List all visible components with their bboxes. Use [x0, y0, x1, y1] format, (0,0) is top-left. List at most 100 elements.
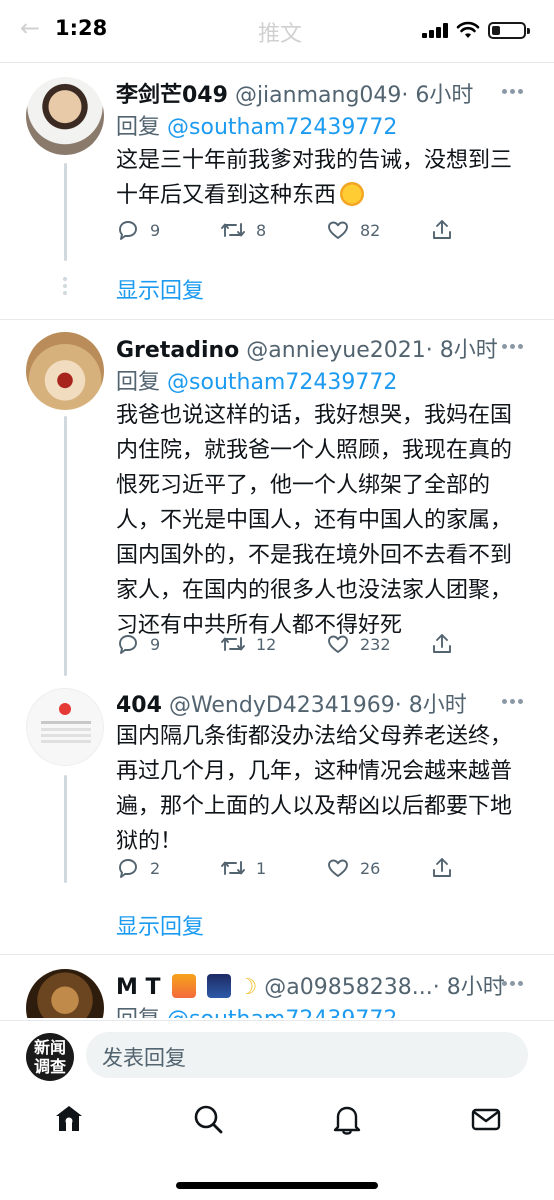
share-button[interactable] [430, 217, 464, 243]
reply-context: 回复 @southam72439772 [116, 109, 397, 141]
handle[interactable]: @WendyD42341969 [169, 693, 395, 718]
timestamp: · 8小时 [394, 693, 467, 718]
reply-button[interactable]: 9 [116, 631, 160, 657]
tweet-header: 404 @WendyD42341969· 8小时 [116, 687, 467, 719]
reply-prefix: 回复 [116, 115, 161, 140]
notifications-icon[interactable] [330, 1102, 364, 1136]
retweet-button[interactable]: 12 [220, 631, 276, 657]
tweet[interactable]: M T ☽ @a09858238...· 8小时 回复 @southam7243… [0, 955, 554, 1018]
mention-link[interactable]: @southam72439772 [167, 115, 397, 140]
messages-icon[interactable] [469, 1102, 503, 1136]
timestamp: · 6小时 [401, 83, 474, 108]
like-button[interactable]: 82 [326, 217, 380, 243]
arrow-left-icon[interactable]: ← [20, 14, 40, 42]
thread-line [64, 416, 67, 676]
retweet-button[interactable]: 1 [220, 855, 266, 881]
nav-title: 推文 [258, 22, 303, 47]
heart-icon [328, 221, 348, 239]
display-name[interactable]: M T [116, 975, 161, 1000]
like-button[interactable]: 232 [326, 631, 391, 657]
display-name[interactable]: Gretadino [116, 338, 239, 363]
home-indicator [176, 1182, 378, 1189]
tweet[interactable]: Gretadino @annieyue2021· 8小时 回复 @southam… [0, 320, 554, 676]
retweet-button[interactable]: 8 [220, 217, 266, 243]
show-replies-link[interactable]: 显示回复 [116, 909, 204, 941]
avatar[interactable]: 新闻 调查 [26, 1033, 74, 1081]
crescent-moon-emoji: ☽ [237, 975, 258, 1000]
share-button[interactable] [430, 855, 464, 881]
sunrise-emoji [171, 974, 196, 998]
mention-link[interactable]: @southam72439772 [167, 1007, 397, 1018]
share-icon [433, 634, 451, 653]
weary-face-emoji [340, 182, 365, 206]
timestamp: · 8小时 [425, 338, 498, 363]
timestamp: · 8小时 [432, 975, 505, 1000]
tab-bar [0, 1090, 554, 1160]
avatar[interactable] [26, 77, 104, 155]
retweet-icon [221, 637, 245, 651]
search-icon[interactable] [191, 1102, 225, 1136]
share-button[interactable] [430, 631, 464, 657]
more-options-icon[interactable] [502, 344, 524, 350]
more-options-icon[interactable] [502, 89, 524, 95]
battery-icon [488, 22, 530, 39]
like-count: 82 [360, 220, 381, 240]
avatar[interactable] [26, 332, 104, 410]
reply-feed[interactable]: 李剑芒049 @jianmang049· 6小时 回复 @southam7243… [0, 63, 554, 1018]
like-button[interactable]: 26 [326, 855, 380, 881]
handle[interactable]: @a09858238... [264, 975, 432, 1000]
avatar[interactable] [26, 969, 104, 1018]
avatar-text-lines [41, 721, 91, 724]
reply-prefix: 回复 [116, 370, 161, 395]
display-name[interactable]: 404 [116, 693, 162, 718]
thread-dots [62, 277, 68, 295]
status-bar: 1:28 ← 推文 [0, 0, 554, 60]
reply-button[interactable]: 2 [116, 855, 160, 881]
display-name[interactable]: 李剑芒049 [116, 83, 228, 108]
like-count: 232 [360, 634, 391, 654]
reply-icon [119, 221, 137, 240]
reply-context: 回复 @southam72439772 [116, 364, 397, 396]
reply-input[interactable]: 发表回复 [86, 1032, 528, 1078]
reply-icon [119, 635, 137, 654]
home-icon[interactable] [52, 1102, 86, 1136]
tweet-actions: 9 12 232 [116, 631, 476, 657]
tweet-header: Gretadino @annieyue2021· 8小时 [116, 332, 498, 364]
share-icon [433, 220, 451, 239]
nav-header: ← 推文 [20, 14, 320, 47]
reply-button[interactable]: 9 [116, 217, 160, 243]
share-icon [433, 858, 451, 877]
night-sky-emoji [206, 974, 231, 998]
avatar[interactable] [26, 688, 104, 766]
tweet[interactable]: 404 @WendyD42341969· 8小时 国内隔几条街都没办法给父母养老… [0, 683, 554, 953]
thread-line [64, 163, 67, 261]
status-icons [422, 20, 532, 40]
retweet-icon [221, 223, 245, 237]
mention-link[interactable]: @southam72439772 [167, 370, 397, 395]
more-options-icon[interactable] [502, 699, 524, 705]
handle[interactable]: @jianmang049 [235, 83, 401, 108]
reply-count: 9 [150, 634, 161, 654]
reply-count: 2 [150, 858, 161, 878]
reply-composer: 新闻 调查 发表回复 [0, 1020, 554, 1086]
retweet-count: 8 [256, 220, 267, 240]
cellular-signal-icon [422, 23, 448, 38]
tweet-text: 我爸也说这样的话，我好想哭，我妈在国 内住院，就我爸一个人照顾，我现在真的 恨死… [116, 403, 513, 638]
retweet-icon [221, 861, 245, 875]
more-options-icon[interactable] [502, 981, 524, 987]
reply-count: 9 [150, 220, 161, 240]
retweet-count: 1 [256, 858, 267, 878]
avatar-warning-icon [59, 703, 71, 715]
tweet-header: 李剑芒049 @jianmang049· 6小时 [116, 77, 473, 109]
wifi-icon [456, 21, 480, 38]
tweet-text: 这是三十年前我爹对我的告诫，没想到三 十年后又看到这种东西 [116, 148, 513, 208]
handle[interactable]: @annieyue2021 [246, 338, 426, 363]
thread-line [64, 775, 67, 883]
reply-prefix: 回复 [116, 1007, 160, 1018]
reply-context: 回复 @southam72439772 [116, 1001, 397, 1018]
tweet[interactable]: 李剑芒049 @jianmang049· 6小时 回复 @southam7243… [0, 63, 554, 319]
like-count: 26 [360, 858, 381, 878]
show-replies-link[interactable]: 显示回复 [116, 273, 204, 305]
retweet-count: 12 [256, 634, 277, 654]
heart-icon [328, 859, 348, 877]
